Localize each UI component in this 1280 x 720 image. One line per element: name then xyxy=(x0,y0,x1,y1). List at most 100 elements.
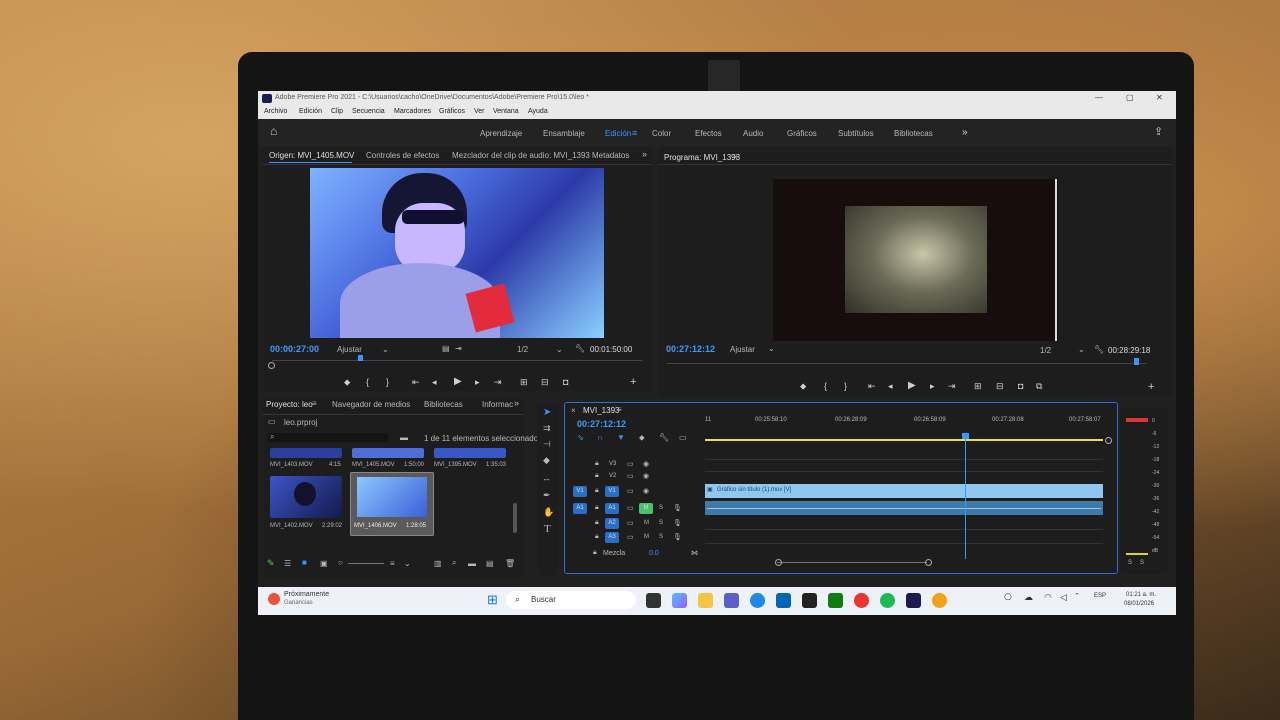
clock-date[interactable]: 08/01/2026 xyxy=(1124,601,1154,607)
spotify-icon[interactable] xyxy=(880,593,895,608)
panel-menu-icon[interactable]: ≡ xyxy=(312,399,317,408)
xbox-icon[interactable] xyxy=(828,593,843,608)
settings-square-icon[interactable]: ▤ xyxy=(442,344,450,353)
weather-icon[interactable] xyxy=(268,593,280,605)
step-forward-icon[interactable]: ▸ xyxy=(475,377,480,388)
chrome-profile-icon[interactable] xyxy=(932,593,947,608)
menu-secuencia[interactable]: Secuencia xyxy=(352,108,385,115)
tabs-overflow-icon[interactable]: » xyxy=(514,398,519,408)
source-patch-a1[interactable]: A1 xyxy=(573,503,587,514)
freeform-view-icon[interactable]: ▣ xyxy=(320,559,328,568)
sync-lock-icon[interactable]: ▭ xyxy=(627,472,634,480)
go-to-out-icon[interactable]: ⇥ xyxy=(948,381,956,392)
eye-icon[interactable]: ◉ xyxy=(643,487,649,495)
wrench-icon[interactable]: 🔧︎ xyxy=(575,344,585,353)
app-icon[interactable] xyxy=(802,593,817,608)
pencil-icon[interactable]: ✎ xyxy=(267,558,275,569)
list-view-icon[interactable]: ☰ xyxy=(284,559,291,568)
menu-archivo[interactable]: Archivo xyxy=(264,108,287,115)
mic-icon[interactable]: 🎙︎ xyxy=(673,533,682,541)
tab-audio-clip-mixer[interactable]: Mezclador del clip de audio: MVI_1393 xyxy=(452,151,590,160)
zoom-handle[interactable] xyxy=(1105,437,1112,444)
pen-icon[interactable]: ✒ xyxy=(543,490,551,501)
lock-icon[interactable]: 🔒︎ xyxy=(595,487,599,495)
onedrive-icon[interactable]: ☁ xyxy=(1024,592,1033,603)
to-end-icon[interactable]: ⋈ xyxy=(691,549,698,557)
chrome-icon[interactable] xyxy=(854,593,869,608)
razor-icon[interactable]: ◆ xyxy=(543,455,550,466)
copilot-icon[interactable] xyxy=(672,593,687,608)
project-scrollbar[interactable] xyxy=(513,503,517,533)
language-indicator[interactable]: ESP xyxy=(1094,593,1106,599)
solo-button[interactable]: S xyxy=(659,520,663,526)
menu-marcadores[interactable]: Marcadores xyxy=(394,108,431,115)
solo-button[interactable]: S xyxy=(659,505,663,511)
share-icon[interactable]: ⇪ xyxy=(1154,125,1163,138)
close-button[interactable]: ✕ xyxy=(1156,93,1163,102)
program-playhead[interactable] xyxy=(1134,358,1139,365)
clip-thumbnail[interactable] xyxy=(270,476,342,518)
new-bin-icon[interactable]: ▬ xyxy=(400,433,408,442)
workspace-edicion[interactable]: Edición xyxy=(605,129,631,138)
insert-icon[interactable]: ⇥ xyxy=(455,344,462,353)
source-zoom-handle[interactable] xyxy=(268,362,275,369)
mute-button-active[interactable]: M xyxy=(639,503,653,514)
ripple-edit-icon[interactable]: ⊣ xyxy=(543,439,551,450)
workspace-subtitulos[interactable]: Subtítulos xyxy=(838,129,874,138)
eye-icon[interactable]: ◉ xyxy=(643,460,649,468)
play-icon[interactable]: ▶ xyxy=(908,380,916,391)
compare-icon[interactable]: ⧉ xyxy=(1036,381,1042,392)
clock-time[interactable]: 01:21 a. m. xyxy=(1126,592,1156,598)
solo-button[interactable]: S xyxy=(659,534,663,540)
workspace-color[interactable]: Color xyxy=(652,129,671,138)
camera-icon[interactable]: ◘ xyxy=(563,377,568,387)
workspace-ensamblaje[interactable]: Ensamblaje xyxy=(543,129,585,138)
tabs-overflow-icon[interactable]: » xyxy=(642,149,647,159)
mark-out-icon[interactable]: } xyxy=(844,381,847,391)
step-back-icon[interactable]: ◂ xyxy=(888,381,893,392)
lock-icon[interactable]: 🔒︎ xyxy=(593,549,597,557)
workspace-efectos[interactable]: Efectos xyxy=(695,129,722,138)
sync-lock-icon[interactable]: ▭ xyxy=(627,504,634,512)
step-forward-icon[interactable]: ▸ xyxy=(930,381,935,392)
edge-icon[interactable] xyxy=(750,593,765,608)
lock-icon[interactable]: 🔒︎ xyxy=(595,533,599,541)
workspace-graficos[interactable]: Gráficos xyxy=(787,129,817,138)
linked-selection-icon[interactable]: ▼ xyxy=(617,433,625,442)
icon-view-icon[interactable]: ■ xyxy=(302,558,307,567)
source-scrub-bar[interactable] xyxy=(272,360,642,361)
program-scrub-bar[interactable] xyxy=(666,363,1146,364)
extract-icon[interactable]: ⊟ xyxy=(996,381,1004,392)
sync-lock-icon[interactable]: ▭ xyxy=(627,533,634,541)
menu-ayuda[interactable]: Ayuda xyxy=(528,108,548,115)
widget-title[interactable]: Próximamente xyxy=(284,591,329,598)
volume-icon[interactable]: ◁ xyxy=(1060,592,1067,603)
network-icon[interactable]: ⎔ xyxy=(1004,592,1012,603)
slip-icon[interactable]: ↔ xyxy=(542,473,551,483)
meter-solo-left[interactable]: S xyxy=(1128,560,1132,566)
zoom-slider-handle[interactable]: ○ xyxy=(338,558,343,567)
timeline-timecode[interactable]: 00:27:12:12 xyxy=(577,419,626,429)
selection-tool-icon[interactable]: ➤ xyxy=(543,407,551,418)
tab-sequence[interactable]: MVI_1393 xyxy=(583,406,619,415)
workspace-more-button[interactable]: » xyxy=(962,127,968,138)
timeline-playhead[interactable] xyxy=(965,433,966,559)
lock-icon[interactable]: 🔒︎ xyxy=(595,519,599,527)
notification-chevron-icon[interactable]: ⌃ xyxy=(1074,592,1080,600)
chevron-down-icon[interactable]: ⌄ xyxy=(556,345,563,354)
mute-button[interactable]: M xyxy=(644,534,649,540)
timeline-horizontal-scrollbar[interactable] xyxy=(777,562,927,563)
tab-metadata[interactable]: Metadatos xyxy=(592,151,629,160)
type-tool-icon[interactable]: T xyxy=(544,523,551,535)
mark-in-icon[interactable]: { xyxy=(366,377,369,387)
automate-icon[interactable]: ▥ xyxy=(434,559,442,568)
marker-icon[interactable]: ⬥ xyxy=(639,433,645,443)
tab-project[interactable]: Proyecto: leo xyxy=(266,400,313,409)
track-target-a1[interactable]: A1 xyxy=(605,503,619,514)
minimize-button[interactable]: — xyxy=(1095,93,1103,102)
taskbar-search-placeholder[interactable]: Buscar xyxy=(531,595,556,604)
clip-thumbnail[interactable] xyxy=(270,448,342,458)
workspace-audio[interactable]: Audio xyxy=(743,129,763,138)
program-resolution-dropdown[interactable]: 1/2 xyxy=(1040,346,1051,355)
zoom-slider-track[interactable] xyxy=(348,563,384,564)
